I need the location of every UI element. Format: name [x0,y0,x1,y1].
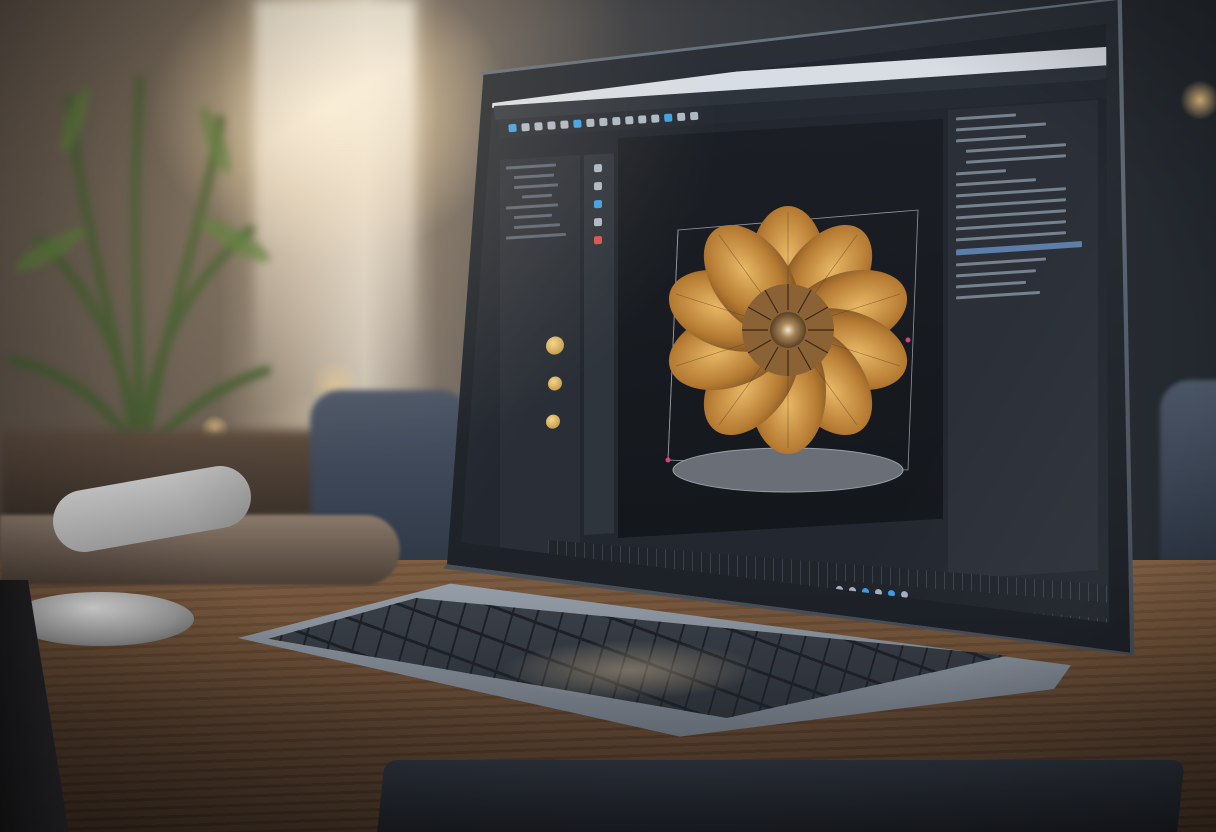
plant-icon [10,75,270,460]
inflate-tool-icon[interactable] [594,199,602,209]
flower-petals [668,206,908,454]
photo-scene [0,0,1216,832]
tool-snap-icon[interactable] [663,113,673,122]
tool-material-icon[interactable] [625,116,634,125]
tree-item[interactable] [514,173,554,180]
tree-item[interactable] [514,223,560,230]
gizmo-handle[interactable] [905,337,911,343]
property-row[interactable] [956,280,1026,289]
property-row[interactable] [956,122,1046,132]
property-row[interactable] [956,209,1066,220]
background-chair-right [1160,380,1216,580]
material-swatch[interactable] [546,414,560,430]
property-row[interactable] [956,178,1036,187]
tree-item[interactable] [506,232,566,240]
tree-item[interactable] [514,213,552,220]
property-row[interactable] [966,154,1066,164]
material-swatch[interactable] [546,335,564,356]
foreground-tablet [375,760,1185,832]
background-window [255,0,415,400]
smooth-tool-icon[interactable] [594,181,602,191]
tool-move-icon[interactable] [521,122,530,132]
property-row[interactable] [956,257,1046,267]
tree-item[interactable] [522,193,552,199]
model-base-disc [672,447,904,493]
property-row[interactable] [956,187,1066,198]
tool-settings-icon[interactable] [676,112,686,122]
property-row[interactable] [956,198,1066,209]
material-swatch[interactable] [548,376,562,391]
property-row[interactable] [956,169,1006,176]
brush-tool-icon[interactable] [594,163,602,173]
tool-light-icon[interactable] [612,116,621,126]
laptop-screen [461,23,1109,623]
tool-sculpt-icon[interactable] [573,119,582,129]
tool-rotate-icon[interactable] [534,122,543,131]
bokeh-light [1180,80,1216,120]
property-row[interactable] [956,113,1016,121]
property-row[interactable] [956,269,1036,278]
mask-tool-icon[interactable] [594,235,602,245]
properties-panel [948,100,1098,580]
tool-help-icon[interactable] [689,111,699,121]
tool-render-icon[interactable] [638,115,647,124]
tool-select-icon[interactable] [508,123,517,133]
property-row[interactable] [966,143,1066,153]
tree-item[interactable] [506,163,556,170]
tree-item[interactable] [506,203,558,210]
tool-camera-icon[interactable] [599,117,608,127]
property-row[interactable] [956,231,1066,242]
keyboard-light-reflection [500,640,760,700]
info-icon[interactable] [901,590,908,598]
pinch-tool-icon[interactable] [594,217,602,227]
selected-property-row[interactable] [956,241,1082,256]
tool-brush-icon[interactable] [560,120,569,129]
vertical-tool-strip [584,153,614,536]
property-row[interactable] [956,290,1040,300]
flower-3d-model[interactable] [638,170,928,500]
tool-grid-icon[interactable] [650,114,660,123]
property-row[interactable] [956,134,1026,143]
tool-mesh-icon[interactable] [586,118,595,128]
property-row[interactable] [956,220,1066,231]
tool-scale-icon[interactable] [547,121,556,130]
gizmo-handle[interactable] [665,457,671,463]
outliner-panel [500,154,580,580]
tree-item[interactable] [514,183,558,190]
